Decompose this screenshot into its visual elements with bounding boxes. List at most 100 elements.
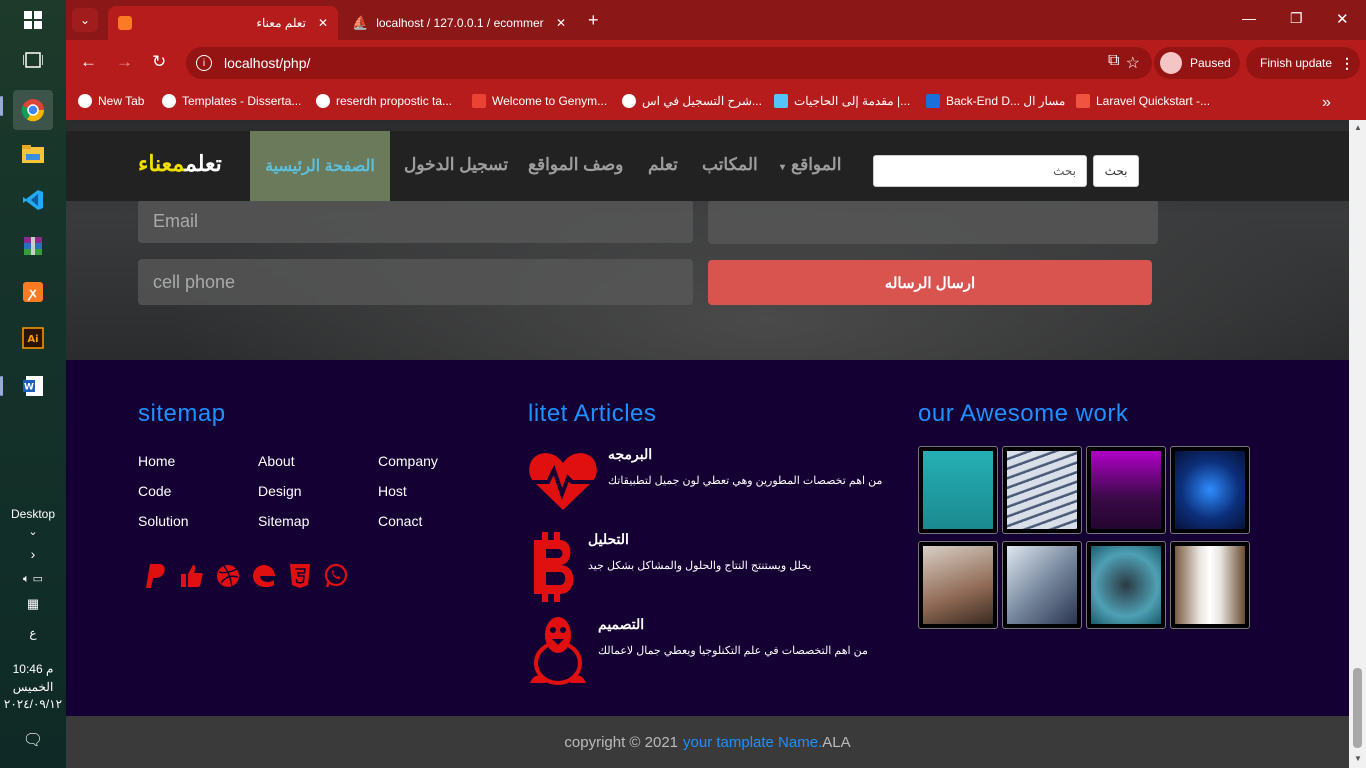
bookmark-new-tab[interactable]: New Tab xyxy=(78,94,144,108)
laravel-icon xyxy=(1076,94,1090,108)
work-thumb-6[interactable] xyxy=(1002,541,1082,629)
scroll-down-icon[interactable]: ▼ xyxy=(1354,754,1362,763)
send-message-button[interactable]: ارسال الرساله xyxy=(708,260,1152,305)
word-icon[interactable]: W xyxy=(17,370,49,402)
chevron-double-down-icon[interactable]: ⌄ xyxy=(0,525,66,538)
site-info-icon[interactable]: i xyxy=(196,55,212,71)
phone-field[interactable]: cell phone xyxy=(138,259,693,305)
back-icon[interactable]: ← xyxy=(80,52,97,72)
whatsapp-icon[interactable] xyxy=(324,563,348,589)
scrollbar-thumb[interactable] xyxy=(1353,668,1362,748)
close-window-icon[interactable]: ✕ xyxy=(1336,10,1349,28)
volume-battery-icon[interactable]: 🔈︎ ▭ xyxy=(0,572,66,586)
clock-time[interactable]: 10:46 م xyxy=(0,662,66,676)
html5-icon[interactable] xyxy=(288,563,312,589)
bookmark-templates[interactable]: Templates - Disserta... xyxy=(162,94,301,108)
extensions-icon[interactable]: ⧉ xyxy=(1108,52,1119,70)
address-bar[interactable]: i localhost/php/ ☆ xyxy=(186,47,1152,79)
tab-search-icon[interactable]: ⌄ xyxy=(72,8,98,32)
desktop-label[interactable]: Desktop xyxy=(0,507,66,521)
footer-link-code[interactable]: Code xyxy=(138,483,171,499)
language-indicator[interactable]: ع xyxy=(0,626,66,640)
work-thumb-5[interactable] xyxy=(918,541,998,629)
footer-link-company[interactable]: Company xyxy=(378,453,438,469)
url-text[interactable]: localhost/php/ xyxy=(224,55,310,71)
main-navbar: تعلممعناء الصفحة الرئيسية تسجيل الدخول و… xyxy=(66,131,1349,201)
windows-start-icon[interactable] xyxy=(17,4,49,36)
linux-tux-icon xyxy=(530,617,586,685)
task-view-icon[interactable] xyxy=(17,44,49,76)
nav-login[interactable]: تسجيل الدخول xyxy=(404,155,508,175)
work-thumb-7[interactable] xyxy=(1086,541,1166,629)
bookmark-welcome[interactable]: Welcome to Genym... xyxy=(472,94,607,108)
network-icon[interactable]: ▦ xyxy=(0,596,66,612)
search-input[interactable]: بحث xyxy=(873,155,1087,187)
winrar-icon[interactable] xyxy=(17,230,49,262)
reload-icon[interactable]: ↻ xyxy=(152,52,166,72)
active-app-indicator-2 xyxy=(0,376,3,396)
search-button[interactable]: بحث xyxy=(1093,155,1139,187)
work-thumb-4[interactable] xyxy=(1170,446,1250,534)
nav-offices[interactable]: المكاتب xyxy=(702,155,758,175)
flutter-icon xyxy=(774,94,788,108)
bookmarks-bar: New Tab Templates - Disserta... reserdh … xyxy=(66,86,1366,120)
finish-update-button[interactable]: Finish update ⋮ xyxy=(1246,47,1360,79)
dribbble-icon[interactable] xyxy=(216,563,240,589)
copyright-link[interactable]: your tamplate Name. xyxy=(683,734,822,751)
scroll-up-icon[interactable]: ▲ xyxy=(1354,123,1362,132)
article-title-analysis[interactable]: التحليل xyxy=(588,531,688,548)
minimize-icon[interactable]: — xyxy=(1242,10,1256,26)
forward-icon[interactable]: → xyxy=(116,52,133,72)
thumbs-up-icon[interactable] xyxy=(180,563,204,589)
bookmark-star-icon[interactable]: ☆ xyxy=(1126,53,1140,73)
footer-link-host[interactable]: Host xyxy=(378,483,407,499)
article-title-programming[interactable]: البرمجه xyxy=(608,446,708,463)
xampp-icon[interactable]: ꭗ xyxy=(17,276,49,308)
bookmark-arabic-1[interactable]: شرح التسجيل في اس... xyxy=(622,94,762,108)
footer-link-about[interactable]: About xyxy=(258,453,295,469)
article-text-design: من اهم التخصصات في علم التكنلوجيا ويعطي … xyxy=(598,645,868,657)
message-textarea[interactable] xyxy=(708,200,1158,244)
nav-sites-label: المواقع xyxy=(791,155,842,174)
profile-button[interactable]: Paused xyxy=(1154,47,1240,79)
file-explorer-icon[interactable] xyxy=(17,138,49,170)
edge-icon[interactable] xyxy=(252,563,276,589)
new-tab-icon[interactable]: + xyxy=(588,10,599,31)
chevron-right-icon[interactable]: › xyxy=(0,546,66,562)
work-thumb-8[interactable] xyxy=(1170,541,1250,629)
nav-sites-description[interactable]: وصف المواقع xyxy=(528,155,623,175)
chrome-icon[interactable] xyxy=(13,90,53,130)
email-field[interactable]: Email xyxy=(138,200,693,243)
site-brand[interactable]: تعلممعناء xyxy=(138,151,222,177)
work-thumb-1[interactable] xyxy=(918,446,998,534)
nav-home[interactable]: الصفحة الرئيسية xyxy=(250,131,390,201)
search-placeholder: بحث xyxy=(1053,164,1076,178)
profile-status: Paused xyxy=(1190,56,1231,70)
gmail-icon xyxy=(472,94,486,108)
nav-learn[interactable]: تعلم xyxy=(648,155,678,175)
bookmark-arabic-2[interactable]: مقدمة إلى الحاجيات |... xyxy=(774,94,910,108)
paypal-icon[interactable] xyxy=(144,563,168,589)
work-thumb-2[interactable] xyxy=(1002,446,1082,534)
page-scrollbar[interactable]: ▲ ▼ xyxy=(1349,120,1366,768)
tab-learn-meaning[interactable]: تعلم معناء ✕ xyxy=(108,6,338,40)
article-title-design[interactable]: التصميم xyxy=(598,616,698,633)
tab-phpmyadmin[interactable]: ⛵ localhost / 127.0.0.1 / ecommer ✕ xyxy=(342,6,576,40)
notification-icon[interactable]: 🗨︎ xyxy=(0,730,66,750)
nav-sites-dropdown[interactable]: ▾ المواقع xyxy=(780,155,841,175)
footer-link-solution[interactable]: Solution xyxy=(138,513,189,529)
footer-link-conact[interactable]: Conact xyxy=(378,513,422,529)
bookmark-backend[interactable]: Back-End D... مسار ال xyxy=(926,94,1065,108)
vscode-icon[interactable] xyxy=(17,184,49,216)
close-tab-icon[interactable]: ✕ xyxy=(556,16,566,30)
bookmark-laravel[interactable]: Laravel Quickstart -... xyxy=(1076,94,1210,108)
bookmark-reserdh[interactable]: reserdh propostic ta... xyxy=(316,94,452,108)
illustrator-icon[interactable]: Ai xyxy=(17,322,49,354)
restore-icon[interactable]: ❐ xyxy=(1290,10,1303,27)
bookmarks-overflow-icon[interactable]: » xyxy=(1322,94,1331,112)
footer-link-design[interactable]: Design xyxy=(258,483,302,499)
footer-link-sitemap[interactable]: Sitemap xyxy=(258,513,309,529)
footer-link-home[interactable]: Home xyxy=(138,453,175,469)
work-thumb-3[interactable] xyxy=(1086,446,1166,534)
close-tab-icon[interactable]: ✕ xyxy=(318,16,328,30)
